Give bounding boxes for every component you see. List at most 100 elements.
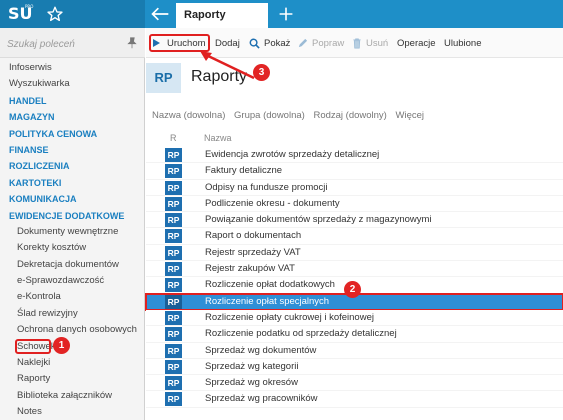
sidebar-item[interactable]: Dokumenty wewnętrzne (0, 224, 145, 240)
report-icon: RP (165, 196, 182, 211)
search-input[interactable] (7, 37, 117, 51)
sidebar-category[interactable]: FINANSE (0, 142, 145, 158)
step-badge-3: 3 (253, 64, 270, 81)
report-icon: RP (165, 180, 182, 195)
sidebar-item[interactable]: Wyszukiwarka (0, 76, 145, 92)
sidebar-item[interactable]: Ochrona danych osobowych (0, 322, 145, 338)
report-icon: RP (165, 392, 182, 407)
row-name: Faktury detaliczne (205, 165, 283, 177)
app-logo[interactable]: SU PRO (8, 4, 36, 24)
column-r[interactable]: R (170, 133, 177, 143)
sidebar-category[interactable]: EWIDENCJE DODATKOWE (0, 208, 145, 224)
report-icon: RP (165, 229, 182, 244)
report-icon: RP (165, 359, 182, 374)
row-name: Rozliczenie opłat dodatkowych (205, 279, 335, 291)
report-icon: RP (165, 278, 182, 293)
column-name[interactable]: Nazwa (204, 133, 232, 143)
sidebar: InfoserwisWyszukiwarkaHANDELMAGAZYNPOLIT… (0, 28, 145, 420)
table-row[interactable]: RP Sprzedaż wg okresów (146, 375, 563, 392)
table-header: R Nazwa (146, 131, 563, 147)
table-row[interactable]: RP Podliczenie okresu - dokumenty (146, 195, 563, 213)
report-icon: RP (165, 343, 182, 358)
report-icon: RP (165, 327, 182, 342)
table-row[interactable]: RP Faktury detaliczne (146, 163, 563, 180)
sidebar-item[interactable]: Notes (0, 404, 145, 420)
row-name: Rozliczenie opłat specjalnych (205, 295, 330, 307)
sidebar-category[interactable]: KOMUNIKACJA (0, 191, 145, 207)
trash-icon (353, 38, 361, 49)
table-row[interactable]: RP Ewidencja zwrotów sprzedaży detaliczne… (146, 147, 563, 164)
sidebar-category[interactable]: KARTOTEKI (0, 175, 145, 191)
sidebar-menu: Infoserwis Wyszukiwarka HANDEL MAGAZYN POLIT… (0, 60, 145, 420)
table-row[interactable]: RP Rozliczenie podatku od sprzedaży detal… (146, 326, 563, 343)
favorites-button[interactable]: Ulubione (444, 37, 486, 51)
back-arrow-icon[interactable] (150, 5, 170, 23)
delete-label: Usuń (366, 38, 389, 49)
operations-label: Operacje (397, 38, 436, 49)
sidebar-item[interactable]: Ślad rewizyjny (0, 306, 145, 322)
table-row[interactable]: RP Rejestr sprzedaży VAT (146, 244, 563, 262)
row-name: Rejestr zakupów VAT (205, 263, 295, 275)
sidebar-item[interactable]: Infoserwis (0, 60, 145, 76)
fix-button[interactable]: Popraw (297, 37, 345, 51)
sidebar-item[interactable]: e-Kontrola (0, 289, 145, 305)
sidebar-item[interactable]: Naklejki (0, 355, 145, 371)
filter-name[interactable]: Nazwa (dowolna) (152, 110, 225, 121)
sidebar-item[interactable]: Raporty (0, 371, 145, 387)
sidebar-item[interactable]: Biblioteka załączników (0, 388, 145, 404)
sidebar-category[interactable]: HANDEL (0, 93, 145, 109)
row-name: Podliczenie okresu - dokumenty (205, 197, 340, 209)
sidebar-category[interactable]: MAGAZYN (0, 109, 145, 125)
row-name: Rozliczenie podatku od sprzedaży detalic… (205, 328, 397, 340)
filter-kind[interactable]: Rodzaj (dowolny) (313, 110, 386, 121)
sidebar-item[interactable]: Dekretacja dokumentów (0, 257, 145, 273)
favorites-star-icon[interactable] (46, 5, 64, 23)
new-tab-plus-icon[interactable] (278, 5, 294, 23)
row-name: Raport o dokumentach (205, 230, 302, 242)
tab-raporty[interactable]: Raporty (176, 3, 268, 28)
sidebar-item[interactable]: Korekty kosztów (0, 240, 145, 256)
filter-bar: Nazwa (dowolna) Grupa (dowolna) Rodzaj (… (152, 110, 563, 124)
pin-icon[interactable] (126, 37, 138, 49)
highlight-raporty (15, 339, 51, 354)
sidebar-category[interactable]: POLITYKA CENOWA (0, 126, 145, 142)
operations-button[interactable]: Operacje (397, 37, 439, 51)
tab-label: Raporty (184, 9, 226, 21)
favorites-label: Ulubione (444, 38, 482, 49)
step-badge-2: 2 (344, 281, 361, 298)
sidebar-item[interactable]: e-Sprawozdawczość (0, 273, 145, 289)
row-name: Sprzedaż wg okresów (205, 377, 298, 389)
fix-label: Popraw (312, 38, 345, 49)
title-bar-left: SU PRO (0, 0, 145, 28)
module-badge: RP (146, 63, 181, 93)
row-name: Sprzedaż wg dokumentów (205, 344, 317, 356)
report-icon: RP (165, 164, 182, 179)
delete-button[interactable]: Usuń (352, 37, 390, 51)
table-row[interactable]: RP Rejestr zakupów VAT (146, 261, 563, 278)
report-icon: RP (165, 213, 182, 228)
row-name: Ewidencja zwrotów sprzedaży detalicznej (205, 149, 380, 160)
row-name: Sprzedaż wg pracowników (205, 393, 318, 405)
row-name: Rejestr sprzedaży VAT (205, 246, 301, 258)
report-icon: RP (165, 262, 182, 277)
report-icon: RP (165, 294, 182, 309)
table-row[interactable]: RP Sprzedaż wg dokumentów (146, 342, 563, 359)
table-row[interactable]: RP Rozliczenie opłaty cukrowej i kofeinow… (146, 309, 563, 327)
logo-sup: PRO (25, 4, 34, 9)
table-row[interactable]: RP Raport o dokumentach (146, 228, 563, 245)
table-row[interactable]: RP Sprzedaż wg kategorii (146, 358, 563, 376)
table-row[interactable]: RP Powiązanie dokumentów sprzedaży z maga… (146, 212, 563, 229)
report-list: RP Ewidencja zwrotów sprzedaży detaliczne… (145, 147, 563, 408)
row-name: Odpisy na fundusze promocji (205, 181, 328, 193)
filter-more[interactable]: Więcej (396, 110, 425, 121)
row-name: Powiązanie dokumentów sprzedaży z magazy… (205, 214, 432, 226)
report-icon: RP (165, 148, 182, 162)
table-row[interactable]: RP Sprzedaż wg pracowników (146, 391, 563, 408)
show-label: Pokaż (264, 38, 291, 49)
sidebar-search (0, 28, 145, 58)
table-row[interactable]: RP Odpisy na fundusze promocji (146, 179, 563, 196)
filter-group[interactable]: Grupa (dowolna) (234, 110, 305, 121)
report-icon: RP (165, 245, 182, 260)
sidebar-category[interactable]: ROZLICZENIA (0, 158, 145, 174)
row-name: Sprzedaż wg kategorii (205, 360, 299, 372)
